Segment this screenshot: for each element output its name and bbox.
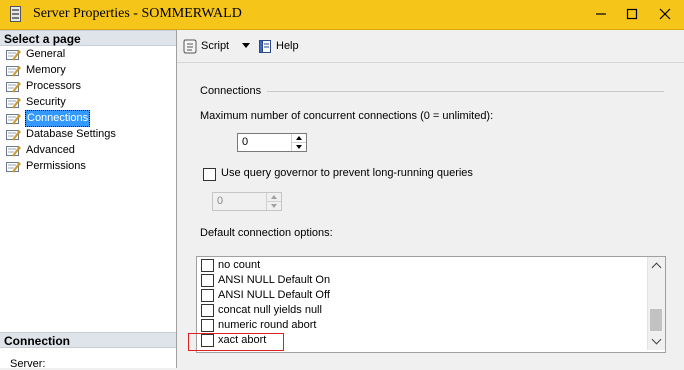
query-governor-checkbox[interactable] xyxy=(203,168,216,181)
scrollbar-thumb[interactable] xyxy=(650,309,662,331)
group-divider xyxy=(267,91,664,92)
wrench-page-icon xyxy=(6,146,21,157)
sidebar-item-security[interactable]: Security xyxy=(0,95,176,111)
wrench-page-icon xyxy=(6,98,21,109)
option-checkbox[interactable] xyxy=(201,319,214,332)
sidebar-item-processors[interactable]: Processors xyxy=(0,79,176,95)
stepper-down-button[interactable] xyxy=(292,143,306,151)
server-icon xyxy=(10,6,21,22)
script-button[interactable]: Script xyxy=(182,37,229,55)
option-label: ANSI NULL Default Off xyxy=(218,289,330,301)
connections-group-title: Connections xyxy=(200,85,262,97)
wrench-page-icon xyxy=(6,114,21,125)
select-page-header: Select a page xyxy=(0,30,176,46)
sidebar-item-label: Permissions xyxy=(26,160,86,172)
sidebar-item-general[interactable]: General xyxy=(0,47,176,63)
connection-header: Connection xyxy=(0,332,176,348)
maximize-button[interactable] xyxy=(615,0,649,29)
arrow-down-icon xyxy=(271,204,277,208)
option-checkbox[interactable] xyxy=(201,304,214,317)
toolbar: Script Help xyxy=(177,30,684,63)
sidebar-item-label: Database Settings xyxy=(26,128,116,140)
help-button[interactable]: Help xyxy=(257,37,299,55)
wrench-page-icon xyxy=(6,82,21,93)
default-options-label: Default connection options: xyxy=(200,227,333,239)
connections-page: Connections Maximum number of concurrent… xyxy=(177,63,684,368)
stepper-up-button[interactable] xyxy=(292,134,306,143)
close-button[interactable] xyxy=(648,0,682,29)
minimize-button[interactable] xyxy=(584,0,618,29)
arrow-up-icon xyxy=(271,195,277,199)
help-book-icon xyxy=(259,40,271,53)
option-label: concat null yields null xyxy=(218,304,322,316)
wrench-page-icon xyxy=(6,162,21,173)
option-row[interactable]: ANSI NULL Default Off xyxy=(197,288,647,303)
option-label: no count xyxy=(218,259,261,271)
maximize-icon xyxy=(626,8,638,20)
script-dropdown-arrow-icon[interactable] xyxy=(242,43,250,48)
option-row[interactable]: numeric round abort xyxy=(197,318,647,333)
chevron-up-icon xyxy=(651,262,662,273)
sidebar-item-label: General xyxy=(26,48,66,60)
scroll-up-button[interactable] xyxy=(648,257,665,274)
scroll-down-button[interactable] xyxy=(648,333,665,350)
wrench-page-icon xyxy=(6,66,21,77)
chevron-down-icon xyxy=(651,334,662,345)
sidebar-item-label: Advanced xyxy=(26,144,75,156)
vertical-scrollbar[interactable] xyxy=(647,257,665,350)
stepper-up-button[interactable] xyxy=(267,193,281,202)
option-checkbox[interactable] xyxy=(201,274,214,287)
option-row[interactable]: ANSI NULL Default On xyxy=(197,273,647,288)
sidebar-item-database-settings[interactable]: Database Settings xyxy=(0,127,176,143)
option-row[interactable]: no count xyxy=(197,258,647,273)
page-list: General Memory Processors Security Connectio… xyxy=(0,47,176,175)
minimize-icon xyxy=(596,13,606,15)
wrench-page-icon xyxy=(6,130,21,141)
sidebar-item-permissions[interactable]: Permissions xyxy=(0,159,176,175)
sidebar-item-label: Security xyxy=(26,96,66,108)
close-icon xyxy=(659,8,671,20)
query-governor-label: Use query governor to prevent long-runni… xyxy=(221,167,473,179)
option-checkbox[interactable] xyxy=(201,289,214,302)
highlight-annotation-box xyxy=(188,333,284,351)
option-label: numeric round abort xyxy=(218,319,317,331)
sidebar-item-label: Connections xyxy=(25,110,91,127)
max-connections-stepper[interactable]: 0 xyxy=(237,133,307,152)
option-row[interactable]: concat null yields null xyxy=(197,303,647,318)
arrow-down-icon xyxy=(296,145,302,149)
option-label: ANSI NULL Default On xyxy=(218,274,331,286)
arrow-up-icon xyxy=(296,136,302,140)
sidebar-item-connections[interactable]: Connections xyxy=(0,110,176,127)
stepper-arrows xyxy=(291,134,306,151)
sidebar-item-memory[interactable]: Memory xyxy=(0,63,176,79)
script-icon xyxy=(183,39,197,54)
query-governor-value: 0 xyxy=(217,195,224,207)
query-governor-stepper[interactable]: 0 xyxy=(212,192,282,211)
option-checkbox[interactable] xyxy=(201,259,214,272)
sidebar-item-label: Processors xyxy=(26,80,82,92)
page-selector-pane: Select a page General Memory Processors Sec… xyxy=(0,30,177,370)
help-label: Help xyxy=(276,40,299,52)
sidebar-item-advanced[interactable]: Advanced xyxy=(0,143,176,159)
wrench-page-icon xyxy=(6,50,21,61)
window-title: Server Properties - SOMMERWALD xyxy=(33,6,242,21)
title-bar: Server Properties - SOMMERWALD xyxy=(0,0,684,30)
stepper-arrows xyxy=(266,193,281,210)
sidebar-item-label: Memory xyxy=(26,64,66,76)
server-label: Server: xyxy=(10,358,46,370)
max-connections-label: Maximum number of concurrent connections… xyxy=(200,110,494,122)
max-connections-value: 0 xyxy=(242,136,249,148)
script-label: Script xyxy=(201,40,230,52)
stepper-down-button[interactable] xyxy=(267,202,281,210)
